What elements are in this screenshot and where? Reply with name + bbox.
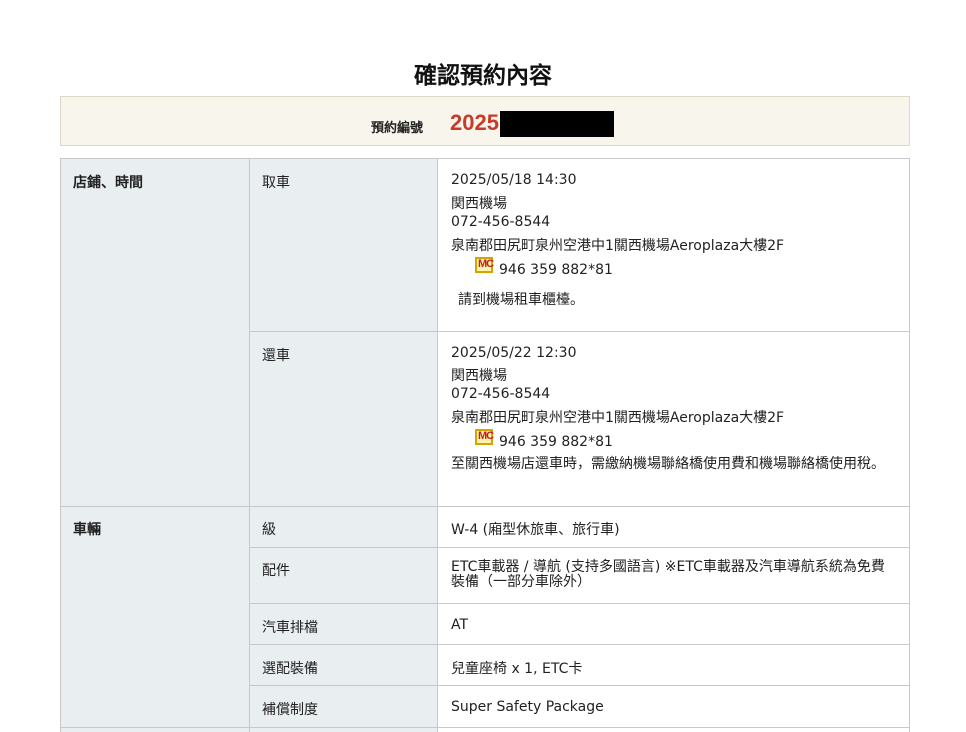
pickup-location: 関西機場	[451, 196, 507, 212]
reservation-number-label: 預約編號	[371, 121, 424, 136]
pickup-phone: 072-456-8544	[451, 214, 551, 230]
pickup-address: 泉南郡田尻町泉州空港中1關西機場Aeroplaza大樓2F	[451, 238, 785, 254]
return-phone: 072-456-8544	[451, 386, 551, 402]
section-header-column	[60, 158, 249, 732]
return-address: 泉南郡田尻町泉州空港中1關西機場Aeroplaza大樓2F	[451, 410, 785, 426]
field-label-column	[249, 158, 437, 732]
section-divider	[60, 727, 910, 728]
transmission-label: 汽車排檔	[262, 620, 318, 636]
redaction-block	[500, 111, 614, 137]
reservation-number-box: 預約編號 2025	[60, 96, 910, 146]
table-border-right	[909, 158, 910, 732]
return-mapcode: 946 359 882*81	[499, 434, 613, 450]
row-divider	[249, 603, 910, 604]
mapcode-icon: MC	[475, 257, 494, 273]
return-datetime: 2025/05/22 12:30	[451, 345, 577, 361]
table-border-left	[60, 158, 61, 732]
pickup-note: 請到機場租車櫃檯。	[458, 292, 584, 308]
section-label-store-time: 店鋪、時間	[73, 175, 143, 191]
section-divider	[60, 506, 910, 507]
class-label: 級	[262, 522, 276, 538]
section-label-vehicle: 車輛	[73, 522, 101, 538]
page-title: 確認預約內容	[414, 63, 552, 89]
mapcode-icon: MC	[475, 429, 494, 445]
reservation-number: 2025	[450, 110, 499, 135]
accessories-label: 配件	[262, 563, 290, 579]
transmission-value: AT	[451, 617, 469, 633]
pickup-label: 取車	[262, 175, 290, 191]
column-divider	[249, 158, 250, 732]
row-divider	[249, 547, 910, 548]
row-divider	[249, 644, 910, 645]
insurance-label: 補償制度	[262, 702, 318, 718]
options-value: 兒童座椅 x 1, ETC卡	[451, 661, 583, 677]
accessories-value: ETC車載器 / 導航 (支持多國語言) ※ETC車載器及汽車導航系統為免費裝備…	[451, 559, 885, 590]
pickup-mapcode: 946 359 882*81	[499, 262, 613, 278]
row-divider	[249, 331, 910, 332]
return-label: 還車	[262, 348, 290, 364]
return-location: 関西機場	[451, 368, 507, 384]
insurance-value: Super Safety Package	[451, 699, 604, 715]
table-border-top	[60, 158, 910, 159]
return-note: 至關西機場店還車時，需繳納機場聯絡橋使用費和機場聯絡橋使用稅。	[451, 456, 885, 472]
row-divider	[249, 685, 910, 686]
reservation-details-table: 店鋪、時間 取車 2025/05/18 14:30 関西機場 072-456-8…	[60, 158, 910, 732]
pickup-datetime: 2025/05/18 14:30	[451, 172, 577, 188]
class-value: W-4 (廂型休旅車、旅行車)	[451, 522, 620, 538]
column-divider	[437, 158, 438, 732]
options-label: 選配裝備	[262, 661, 318, 677]
